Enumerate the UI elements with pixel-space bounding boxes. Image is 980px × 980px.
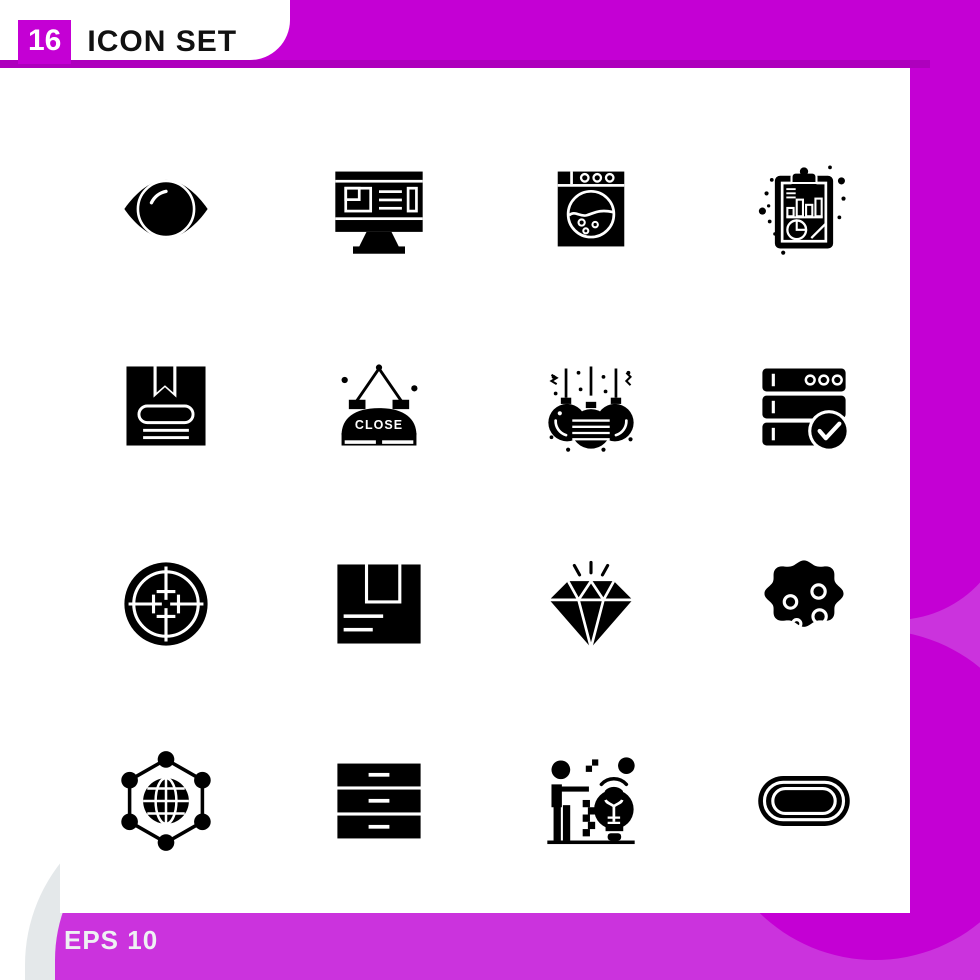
bookmark-page-icon: [126, 366, 206, 446]
icon-cell-idea-presenter[interactable]: [485, 703, 698, 901]
diamond-icon: [549, 560, 633, 653]
icon-cell-global-network[interactable]: [60, 703, 273, 901]
eye-icon: [124, 179, 208, 239]
icon-cell-washing-machine[interactable]: [485, 110, 698, 308]
monitor-layout-icon: [335, 171, 423, 254]
icon-grid: CLOSE: [60, 110, 910, 900]
christmas-baubles-icon: [548, 366, 634, 453]
idea-presenter-icon: [547, 757, 635, 845]
global-network-icon: [121, 751, 211, 852]
close-sign-icon: CLOSE: [341, 364, 418, 446]
eps-label: EPS 10: [64, 925, 159, 955]
icon-cell-close-sign[interactable]: CLOSE: [273, 308, 486, 506]
drawer-cabinet-icon: [337, 763, 421, 839]
header-title-row: 16 ICON SET: [18, 20, 237, 64]
crosshair-target-icon: [124, 562, 208, 646]
icon-cell-crosshair-target[interactable]: [60, 505, 273, 703]
icon-cell-eye[interactable]: [60, 110, 273, 308]
race-track-icon: [757, 776, 850, 827]
server-check-icon: [762, 368, 850, 453]
icon-cell-christmas-baubles[interactable]: [485, 308, 698, 506]
package-box-icon: [337, 564, 421, 644]
icon-cell-diamond[interactable]: [485, 505, 698, 703]
icon-cell-drawer-cabinet[interactable]: [273, 703, 486, 901]
washing-machine-icon: [557, 171, 625, 247]
icon-cell-cookie[interactable]: [698, 505, 911, 703]
icon-cell-race-track[interactable]: [698, 703, 911, 901]
clipboard-report-icon: [758, 165, 846, 255]
icon-set-poster: 16 ICON SET CLOSE EPS 10: [0, 0, 980, 980]
icon-cell-monitor-layout[interactable]: [273, 110, 486, 308]
icon-cell-package-box[interactable]: [273, 505, 486, 703]
icon-cell-server-check[interactable]: [698, 308, 911, 506]
close-sign-text: CLOSE: [355, 418, 403, 432]
icon-cell-bookmark-page[interactable]: [60, 308, 273, 506]
icon-count-badge: 16: [18, 20, 72, 64]
icon-cell-clipboard-report[interactable]: [698, 110, 911, 308]
page-title: ICON SET: [87, 25, 238, 58]
cookie-icon: [764, 560, 844, 630]
